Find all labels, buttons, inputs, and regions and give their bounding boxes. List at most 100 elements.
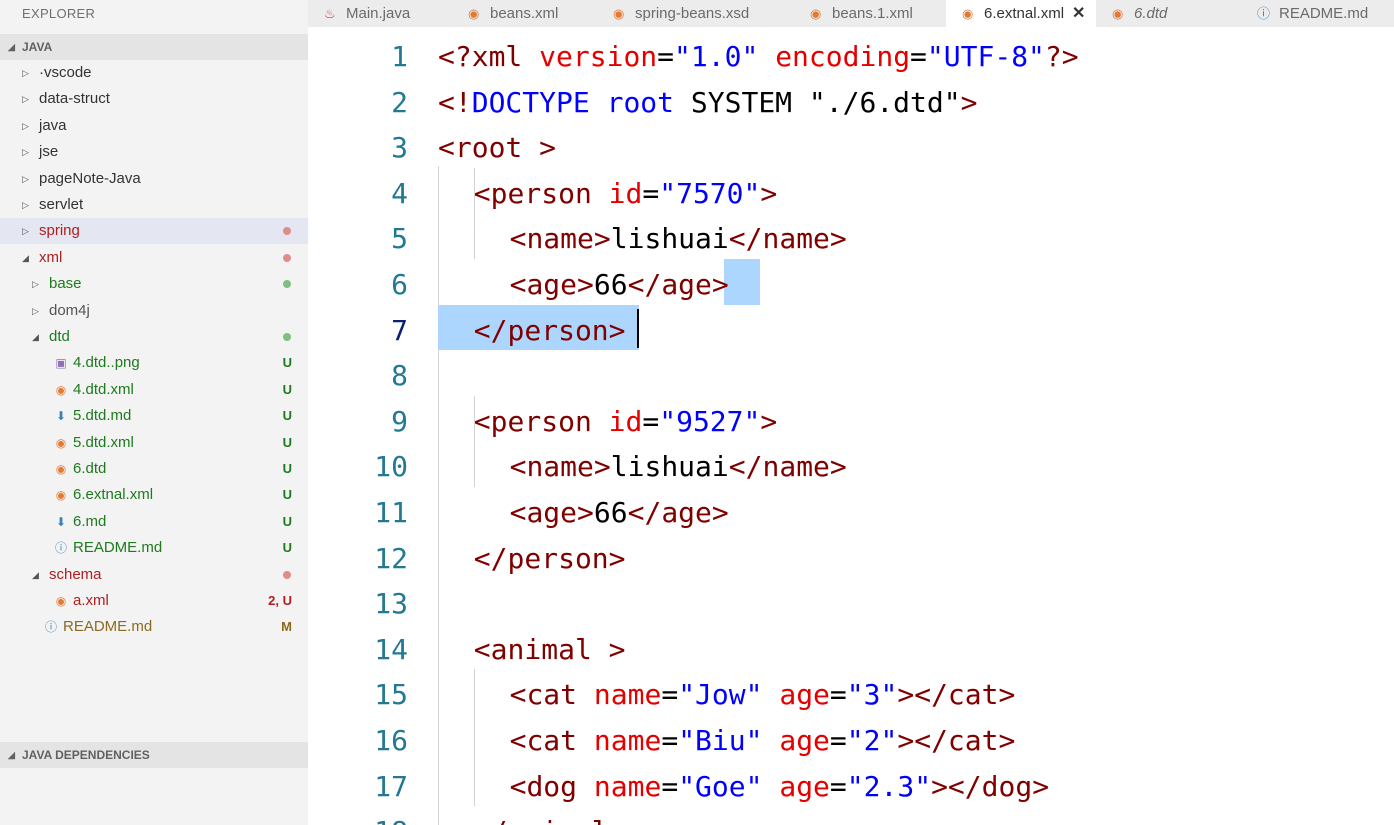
code-token: <age> (509, 496, 594, 529)
tree-item[interactable]: ▷ pageNote-Java (0, 166, 308, 192)
chevron-right-icon[interactable]: ▷ (22, 60, 29, 86)
explorer-sidebar: EXPLORER ◢ JAVA ▷ ·vscode ▷ data-struct ▷ jav… (0, 0, 308, 825)
code-line: 17 <dog name="Goe" age="2.3"></dog> (308, 764, 1394, 809)
indent-guide (473, 395, 475, 487)
code-text: <age>66</age> (510, 490, 729, 535)
code-token: <person (473, 404, 609, 438)
chevron-right-icon[interactable]: ▷ (22, 113, 29, 139)
tree-item[interactable]: ⓘ README.md U (0, 535, 308, 561)
line-number: 2 (391, 85, 408, 119)
code-text: </person> (474, 308, 626, 353)
tree-item[interactable]: ▷ data-struct (0, 86, 308, 112)
chevron-down-icon[interactable]: ◢ (22, 245, 29, 271)
code-token: </animal> (474, 815, 626, 825)
code-line: 13 (308, 581, 1394, 626)
tab-label: 6.extnal.xml (984, 5, 1065, 22)
tree-item[interactable]: ◉ 6.dtd U (0, 456, 308, 482)
tree-item-label: java (39, 116, 67, 134)
tab-beans-xml[interactable]: ◉ beans.xml (452, 0, 598, 27)
tree-item[interactable]: ▷ ·vscode (0, 60, 308, 86)
section-java[interactable]: ◢ JAVA (0, 34, 308, 60)
tab-spring-beans-xsd[interactable]: ◉ spring-beans.xsd (597, 0, 795, 27)
tab-beans-1-xml[interactable]: ◉ beans.1.xml (794, 0, 947, 27)
tree-item-label: schema (49, 565, 102, 583)
tree-item[interactable]: ▷ spring (0, 218, 308, 245)
code-token: encoding (775, 40, 911, 73)
chevron-down-icon[interactable]: ◢ (32, 562, 39, 588)
chevron-right-icon[interactable]: ▷ (22, 166, 29, 192)
tree-item-label: a.xml (73, 592, 109, 609)
code-line: 15 <cat name="Jow" age="3"></cat> (308, 672, 1394, 717)
tree-item[interactable]: ◢ dtd (0, 324, 308, 350)
code-token: = (642, 176, 660, 210)
section-java-dependencies[interactable]: ◢ JAVA DEPENDENCIES (0, 742, 308, 768)
chevron-down-icon[interactable]: ◢ (32, 324, 39, 350)
tree-item[interactable]: ▷ base (0, 271, 308, 297)
rss-file-icon: ◉ (55, 435, 67, 450)
line-number: 11 (374, 496, 408, 529)
code-text: <person id="7570"> (474, 171, 777, 216)
tab-label: README.md (1279, 5, 1369, 22)
tree-item-label: 6.extnal.xml (73, 486, 154, 504)
markdown-file-icon: ⬇ (55, 409, 67, 424)
code-token: </age> (627, 496, 729, 529)
code-token: <cat (509, 678, 594, 712)
tree-item[interactable]: ⬇ 6.md U (0, 509, 308, 535)
code-token: = (642, 404, 660, 438)
tree-item-label: pageNote-Java (39, 169, 141, 187)
tree-item[interactable]: ⓘ README.md M (0, 614, 308, 640)
code-token: age (779, 724, 830, 757)
code-line: 14 <animal > (308, 627, 1394, 672)
chevron-right-icon[interactable]: ▷ (22, 86, 29, 112)
git-status-badge: U (282, 381, 292, 397)
line-number: 14 (374, 632, 408, 666)
code-token: lishuai (610, 222, 729, 256)
chevron-right-icon[interactable]: ▷ (32, 271, 39, 297)
tab-6-dtd[interactable]: ◉ 6.dtd (1096, 0, 1242, 27)
tree-item[interactable]: ▷ java (0, 113, 308, 139)
tree-item[interactable]: ▣ 4.dtd..png U (0, 350, 308, 376)
code-token: "9527" (659, 404, 761, 438)
tree-item[interactable]: ◉ 6.extnal.xml U (0, 482, 308, 508)
close-icon[interactable]: ✕ (1072, 0, 1085, 27)
tree-item[interactable]: ◉ a.xml 2, U (0, 588, 308, 614)
git-status-badge: U (282, 408, 292, 424)
info-file-icon: ⓘ (44, 620, 57, 635)
code-text: <age>66</age> (510, 262, 729, 307)
indent-guide (473, 669, 475, 807)
tree-item-label: 5.dtd.md (73, 407, 132, 425)
tree-item[interactable]: ◉ 4.dtd.xml U (0, 377, 308, 403)
chevron-right-icon[interactable]: ▷ (32, 298, 39, 324)
code-line: 16 <cat name="Biu" age="2"></cat> (308, 718, 1394, 763)
tree-item[interactable]: ▷ dom4j (0, 298, 308, 324)
chevron-right-icon[interactable]: ▷ (22, 192, 29, 218)
tree-item[interactable]: ⬇ 5.dtd.md U (0, 403, 308, 429)
tree-item[interactable]: ▷ servlet (0, 192, 308, 218)
tree-item[interactable]: ◢ xml (0, 245, 308, 271)
code-token: <person (473, 176, 609, 210)
tab-main-java[interactable]: ♨ Main.java (308, 0, 453, 27)
code-token: "1.0" (674, 40, 759, 73)
line-number: 10 (374, 450, 408, 484)
chevron-right-icon[interactable]: ▷ (22, 139, 29, 165)
chevron-down-icon: ◢ (8, 42, 15, 52)
code-token: > (960, 85, 978, 119)
code-editor[interactable]: 1 <?xml version="1.0" encoding="UTF-8"?> 2… (308, 27, 1394, 825)
code-token: "Goe" (678, 769, 763, 803)
tree-item[interactable]: ◢ schema (0, 562, 308, 588)
tree-item[interactable]: ▷ jse (0, 139, 308, 165)
tree-item[interactable]: ◉ 5.dtd.xml U (0, 430, 308, 456)
tab-readme-md[interactable]: ⓘ README.md (1241, 0, 1394, 27)
rss-file-icon: ◉ (1112, 6, 1124, 21)
code-text: <cat name="Biu" age="2"></cat> (510, 718, 1016, 763)
line-number: 15 (374, 678, 408, 712)
code-token: age (779, 769, 830, 803)
code-token: = (829, 678, 847, 712)
tab-6-extnal-xml[interactable]: ◉ 6.extnal.xml ✕ (946, 0, 1097, 27)
line-number: 4 (391, 176, 408, 210)
code-token: > (760, 176, 778, 210)
code-text: <name>lishuai</name> (510, 216, 847, 261)
chevron-right-icon[interactable]: ▷ (22, 218, 29, 244)
code-text: <person id="9527"> (474, 399, 777, 444)
code-token: ?> (1044, 40, 1079, 73)
